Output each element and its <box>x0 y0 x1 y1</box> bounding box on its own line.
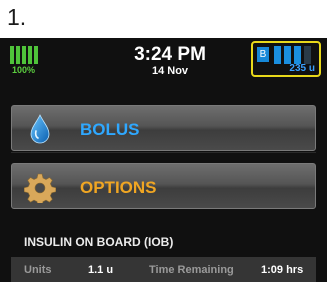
options-button[interactable]: OPTIONS <box>11 163 316 209</box>
clock-time: 3:24 PM <box>134 44 206 65</box>
gear-icon <box>24 173 56 203</box>
battery-cell <box>10 46 14 64</box>
battery-cell <box>22 46 26 64</box>
insulin-level-cell <box>304 46 311 64</box>
insulin-remaining-indicator[interactable]: B 235 u <box>251 41 321 77</box>
bolus-label: BOLUS <box>80 120 140 139</box>
iob-units-label: Units <box>24 264 52 276</box>
battery-cell <box>34 46 38 64</box>
battery-percent: 100% <box>12 65 36 75</box>
battery-cell <box>16 46 20 64</box>
clock-date: 14 Nov <box>151 65 189 77</box>
iob-title: INSULIN ON BOARD (IOB) <box>24 235 174 249</box>
iob-time-label: Time Remaining <box>149 264 234 276</box>
bolus-button[interactable]: BOLUS <box>11 105 316 151</box>
step-number: 1. <box>7 4 27 30</box>
insulin-level-bars <box>274 46 311 64</box>
pump-screen: 100% 3:24 PM 14 Nov B 235 u BOLUS OPTION… <box>0 38 327 282</box>
iob-time-value: 1:09 hrs <box>261 264 304 276</box>
insulin-level-cell <box>294 46 301 64</box>
options-label: OPTIONS <box>80 178 157 197</box>
insulin-level-cell <box>284 46 291 64</box>
battery-indicator <box>10 46 38 64</box>
insulin-level-cell <box>274 46 281 64</box>
iob-units-value: 1.1 u <box>88 264 114 276</box>
insulin-units: 235 u <box>289 63 315 74</box>
water-drop-icon <box>30 114 50 144</box>
insulin-badge: B <box>257 47 269 62</box>
battery-cell <box>28 46 32 64</box>
divider <box>11 152 316 153</box>
iob-summary-row: Units 1.1 u Time Remaining 1:09 hrs <box>11 257 316 282</box>
